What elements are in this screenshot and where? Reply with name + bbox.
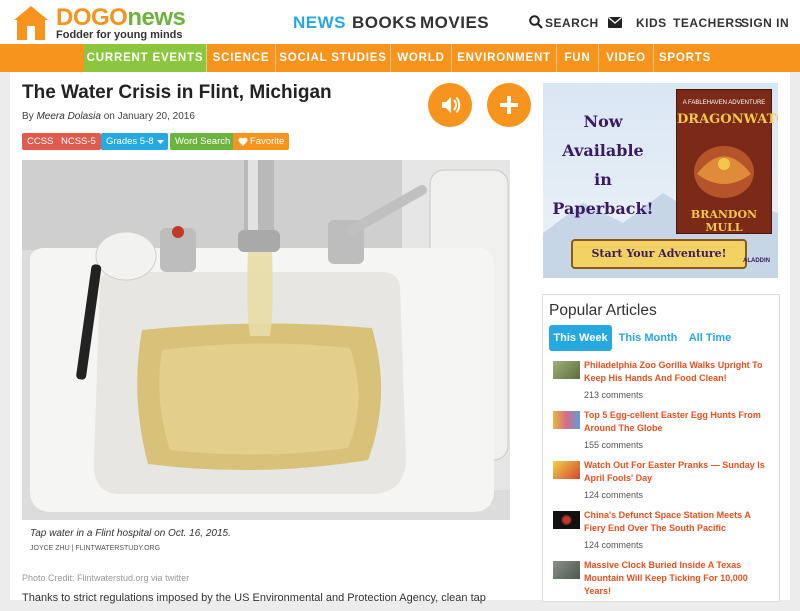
list-item: China's Defunct Space Station Meets A Fi…	[553, 509, 779, 561]
tap-water-sink-image	[22, 160, 510, 520]
article-byline: By Meera Dolasia on January 20, 2016	[22, 111, 195, 122]
ad-line: in	[594, 170, 612, 189]
article-body: Thanks to strict regulations imposed by …	[22, 592, 486, 604]
search-button[interactable]: SEARCH	[545, 16, 599, 30]
popular-articles-panel: Popular Articles This Week This Month Al…	[542, 294, 780, 602]
logo-brand-news: news	[127, 4, 186, 31]
add-button[interactable]	[487, 83, 531, 127]
article-thumbnail[interactable]	[553, 561, 580, 579]
tag-word-search[interactable]: Word Search	[170, 133, 236, 150]
ad-line: Available	[562, 141, 644, 160]
book-advertisement[interactable]: Now Available in Paperback! A FABLEHAVEN…	[543, 83, 778, 278]
nav-news[interactable]: NEWS	[293, 13, 346, 33]
plus-icon	[500, 96, 518, 114]
category-fun[interactable]: FUN	[557, 44, 599, 72]
house-logo-icon[interactable]	[12, 4, 50, 42]
list-item: Watch Out For Easter Pranks — Sunday Is …	[553, 459, 779, 511]
caret-down-icon	[156, 140, 164, 144]
tag-grades-label: Grades 5-8	[106, 136, 154, 147]
article-date: on January 20, 2016	[103, 111, 195, 122]
book-cover: A FABLEHAVEN ADVENTURE DRAGONWATCH BRAND…	[676, 89, 778, 234]
site-header: DOGOnews Fodder for young minds NEWS BOO…	[0, 0, 800, 44]
category-video[interactable]: VIDEO	[599, 44, 654, 72]
tag-ncss[interactable]: NCSS-5	[56, 133, 101, 150]
article-author[interactable]: Meera Dolasia	[36, 111, 100, 122]
comment-count: 213 comments	[584, 390, 644, 400]
byline-by: By	[22, 111, 34, 122]
publisher-logo: ALADDIN	[743, 258, 770, 264]
list-item: Top 5 Egg-cellent Easter Egg Hunts From …	[553, 409, 779, 461]
dragon-illustration	[694, 146, 754, 198]
site-tagline: Fodder for young minds	[56, 29, 183, 41]
mail-icon[interactable]	[608, 17, 622, 28]
article-title: The Water Crisis in Flint, Michigan	[22, 82, 332, 103]
article-link[interactable]: China's Defunct Space Station Meets A Fi…	[584, 509, 770, 535]
ad-cta-button[interactable]: Start Your Adventure!	[571, 239, 747, 269]
tag-favorite[interactable]: Favorite	[233, 133, 290, 150]
book-author: BRANDON MULL	[690, 208, 758, 234]
comment-count: 124 comments	[584, 490, 644, 500]
comment-count: 155 comments	[584, 440, 644, 450]
article-thumbnail[interactable]	[553, 461, 580, 479]
category-current-events[interactable]: CURRENT EVENTS	[84, 44, 207, 72]
article-link[interactable]: Top 5 Egg-cellent Easter Egg Hunts From …	[584, 409, 770, 435]
category-sports[interactable]: SPORTS	[654, 44, 716, 72]
article-photo	[22, 160, 510, 560]
tag-grades-dropdown[interactable]: Grades 5-8	[101, 133, 168, 150]
category-bar: CURRENT EVENTS SCIENCE SOCIAL STUDIES WO…	[0, 44, 800, 72]
heart-icon	[238, 137, 248, 146]
tag-favorite-label: Favorite	[250, 136, 285, 147]
list-item: Massive Clock Buried Inside A Texas Moun…	[553, 559, 779, 611]
book-series: A FABLEHAVEN ADVENTURE	[682, 100, 766, 106]
category-world[interactable]: WORLD	[391, 44, 452, 72]
listen-button[interactable]	[428, 83, 472, 127]
nav-books[interactable]: BOOKS	[352, 13, 417, 33]
list-item: Philadelphia Zoo Gorilla Walks Upright T…	[553, 359, 779, 411]
article-link[interactable]: Philadelphia Zoo Gorilla Walks Upright T…	[584, 359, 770, 385]
site-logo[interactable]: DOGOnews	[56, 4, 186, 32]
image-source: JOYCE ZHU | FLINTWATERSTUDY.ORG	[30, 545, 161, 552]
article-thumbnail[interactable]	[553, 361, 580, 379]
ad-line: Paperback!	[552, 199, 654, 218]
nav-kids[interactable]: KIDS	[636, 16, 667, 30]
photo-credit: Photo Credit: Flintwaterstud.org via twi…	[22, 573, 190, 583]
ad-headline: Now Available in Paperback!	[543, 83, 663, 223]
comment-count: 124 comments	[584, 540, 644, 550]
ad-line: Now	[583, 112, 623, 131]
nav-teachers[interactable]: TEACHERS	[673, 16, 743, 30]
tab-this-month[interactable]: This Month	[616, 325, 680, 351]
tag-ccss[interactable]: CCSS	[22, 133, 59, 150]
popular-articles-title: Popular Articles	[549, 302, 657, 319]
tab-this-week[interactable]: This Week	[549, 325, 612, 351]
search-icon[interactable]	[529, 15, 543, 29]
logo-brand-dogo: DOGO	[56, 4, 128, 31]
article-link[interactable]: Watch Out For Easter Pranks — Sunday Is …	[584, 459, 770, 485]
speaker-icon	[442, 96, 461, 114]
category-science[interactable]: SCIENCE	[207, 44, 276, 72]
image-caption: Tap water in a Flint hospital on Oct. 16…	[30, 528, 231, 539]
article-thumbnail[interactable]	[553, 511, 580, 529]
nav-movies[interactable]: MOVIES	[420, 13, 489, 33]
category-social-studies[interactable]: SOCIAL STUDIES	[276, 44, 391, 72]
tab-all-time[interactable]: All Time	[684, 325, 736, 351]
book-title: DRAGONWATCH	[677, 112, 778, 127]
category-environment[interactable]: ENVIRONMENT	[452, 44, 557, 72]
article-thumbnail[interactable]	[553, 411, 580, 429]
article-link[interactable]: Massive Clock Buried Inside A Texas Moun…	[584, 559, 770, 598]
nav-sign-in[interactable]: SIGN IN	[741, 16, 789, 30]
